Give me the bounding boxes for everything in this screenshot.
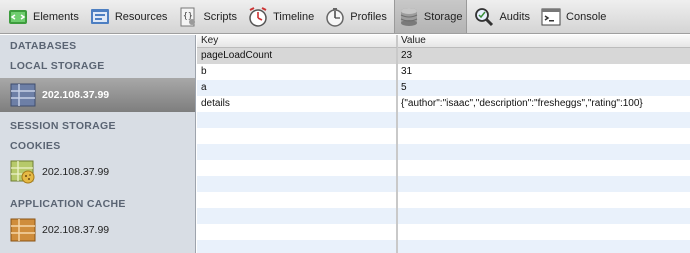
scripts-icon: {} <box>177 6 199 28</box>
tab-profiles[interactable]: Profiles <box>321 2 391 32</box>
profiles-icon <box>324 6 346 28</box>
value-cell[interactable]: {"author":"isaac","description":"fresheg… <box>397 96 690 112</box>
empty-row <box>197 160 690 176</box>
empty-row <box>197 112 690 128</box>
tab-storage[interactable]: Storage <box>393 0 468 33</box>
table-row[interactable]: a 5 <box>197 80 690 96</box>
sidebar: DATABASES LOCAL STORAGE 202.108.37.99 SE… <box>0 35 196 253</box>
sidebar-item-cookies[interactable]: 202.108.37.99 <box>0 155 195 189</box>
empty-row <box>197 144 690 160</box>
sidebar-header-cookies[interactable]: COOKIES <box>0 137 195 155</box>
tab-audits[interactable]: Audits <box>470 2 534 32</box>
value-cell[interactable]: 23 <box>397 48 690 64</box>
storage-data-grid: Key Value pageLoadCount 23 b 31 a 5 deta… <box>197 35 690 253</box>
console-icon <box>540 6 562 28</box>
sidebar-item-application-cache[interactable]: 202.108.37.99 <box>0 213 195 247</box>
table-row[interactable]: b 31 <box>197 64 690 80</box>
svg-text:{}: {} <box>183 11 193 20</box>
storage-icon <box>398 6 420 28</box>
cookies-origin: 202.108.37.99 <box>42 166 110 178</box>
tab-scripts-label: Scripts <box>203 10 238 23</box>
table-row[interactable]: details {"author":"isaac","description":… <box>197 96 690 112</box>
sidebar-header-session-storage[interactable]: SESSION STORAGE <box>0 117 195 135</box>
application-cache-icon <box>10 217 36 243</box>
tab-console[interactable]: Console <box>537 2 610 32</box>
empty-row <box>197 208 690 224</box>
column-header-value[interactable]: Value <box>397 35 690 47</box>
column-header-key[interactable]: Key <box>197 35 397 47</box>
table-row[interactable]: pageLoadCount 23 <box>197 48 690 64</box>
key-cell[interactable]: b <box>197 64 397 80</box>
tab-audits-label: Audits <box>499 10 531 23</box>
tab-resources[interactable]: Resources <box>86 2 172 32</box>
tab-elements-label: Elements <box>33 10 79 23</box>
application-cache-origin: 202.108.37.99 <box>42 224 110 236</box>
empty-row <box>197 176 690 192</box>
empty-row <box>197 192 690 208</box>
tab-console-label: Console <box>566 10 607 23</box>
empty-row <box>197 224 690 240</box>
cookies-icon <box>10 159 36 185</box>
tab-resources-label: Resources <box>114 10 168 23</box>
key-cell[interactable]: a <box>197 80 397 96</box>
column-divider[interactable] <box>397 35 398 253</box>
sidebar-item-local-storage[interactable]: 202.108.37.99 <box>0 78 195 112</box>
timeline-icon <box>247 6 269 28</box>
toolbar: Elements Resources {} Scripts Timeline P… <box>0 0 690 34</box>
elements-icon <box>7 6 29 28</box>
key-cell[interactable]: pageLoadCount <box>197 48 397 64</box>
local-storage-origin: 202.108.37.99 <box>42 89 110 101</box>
tab-storage-label: Storage <box>423 10 463 23</box>
sidebar-header-databases[interactable]: DATABASES <box>0 37 195 55</box>
tab-timeline-label: Timeline <box>273 10 315 23</box>
value-cell[interactable]: 31 <box>397 64 690 80</box>
tab-elements[interactable]: Elements <box>4 2 83 32</box>
key-cell[interactable]: details <box>197 96 397 112</box>
tab-timeline[interactable]: Timeline <box>244 2 318 32</box>
tab-scripts[interactable]: {} Scripts <box>174 2 241 32</box>
grid-header: Key Value <box>197 35 690 48</box>
empty-row <box>197 128 690 144</box>
sidebar-header-local-storage[interactable]: LOCAL STORAGE <box>0 57 195 75</box>
sidebar-header-application-cache[interactable]: APPLICATION CACHE <box>0 195 195 213</box>
tab-profiles-label: Profiles <box>350 10 387 23</box>
value-cell[interactable]: 5 <box>397 80 690 96</box>
audits-icon <box>473 6 495 28</box>
resources-icon <box>89 6 111 28</box>
empty-row <box>197 240 690 253</box>
local-storage-icon <box>10 82 36 108</box>
